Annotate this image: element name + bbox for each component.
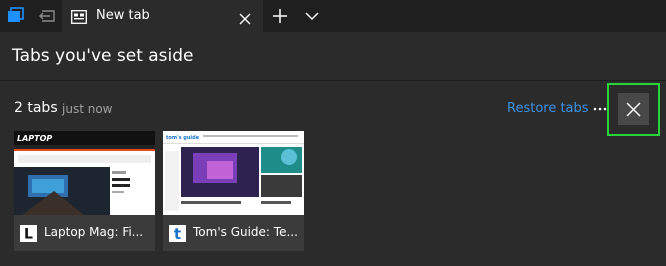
thumbnail-preview-image: LAPTOP [14, 131, 155, 215]
laptop-mag-favicon-icon: L [20, 225, 37, 243]
tab-label: New tab [96, 8, 150, 23]
set-aside-panel-header: Tabs you've set aside [0, 32, 666, 81]
panel-title: Tabs you've set aside [12, 46, 194, 66]
remove-group-button[interactable] [607, 83, 660, 136]
thumbnail-card-toms-guide[interactable]: tom's guide t Tom's Guide: Te... [163, 131, 304, 251]
toms-guide-favicon-icon: t [169, 225, 186, 243]
new-tab-plus-icon[interactable] [264, 0, 296, 32]
chevron-down-icon[interactable] [296, 0, 328, 32]
tab-bar: New tab [0, 0, 666, 32]
group-timestamp: just now [62, 102, 113, 116]
close-tab-icon[interactable] [239, 10, 251, 29]
tab-new-tab[interactable]: New tab [62, 0, 263, 32]
tabs-aside-icon[interactable] [0, 0, 32, 32]
svg-text:t: t [174, 225, 181, 242]
new-tab-page-icon [71, 9, 87, 28]
toms-guide-logo-text: tom's guide [166, 135, 200, 141]
thumbnail-preview-image: tom's guide [163, 131, 304, 215]
close-icon[interactable] [618, 93, 649, 125]
thumbnail-title: Laptop Mag: Fi... [44, 225, 144, 239]
thumbnail-card-laptop-mag[interactable]: LAPTOP L Laptop Mag: Fi... [14, 131, 155, 251]
set-tabs-aside-icon[interactable] [32, 0, 64, 32]
svg-text:L: L [24, 227, 33, 243]
thumbnail-footer: L Laptop Mag: Fi... [14, 215, 155, 251]
thumbnail-footer: t Tom's Guide: Te... [163, 215, 304, 251]
group-tab-count: 2 tabs [14, 100, 58, 116]
restore-tabs-link[interactable]: Restore tabs [507, 101, 589, 116]
laptop-logo-text: LAPTOP [17, 134, 52, 143]
thumbnail-title: Tom's Guide: Te... [193, 225, 298, 239]
